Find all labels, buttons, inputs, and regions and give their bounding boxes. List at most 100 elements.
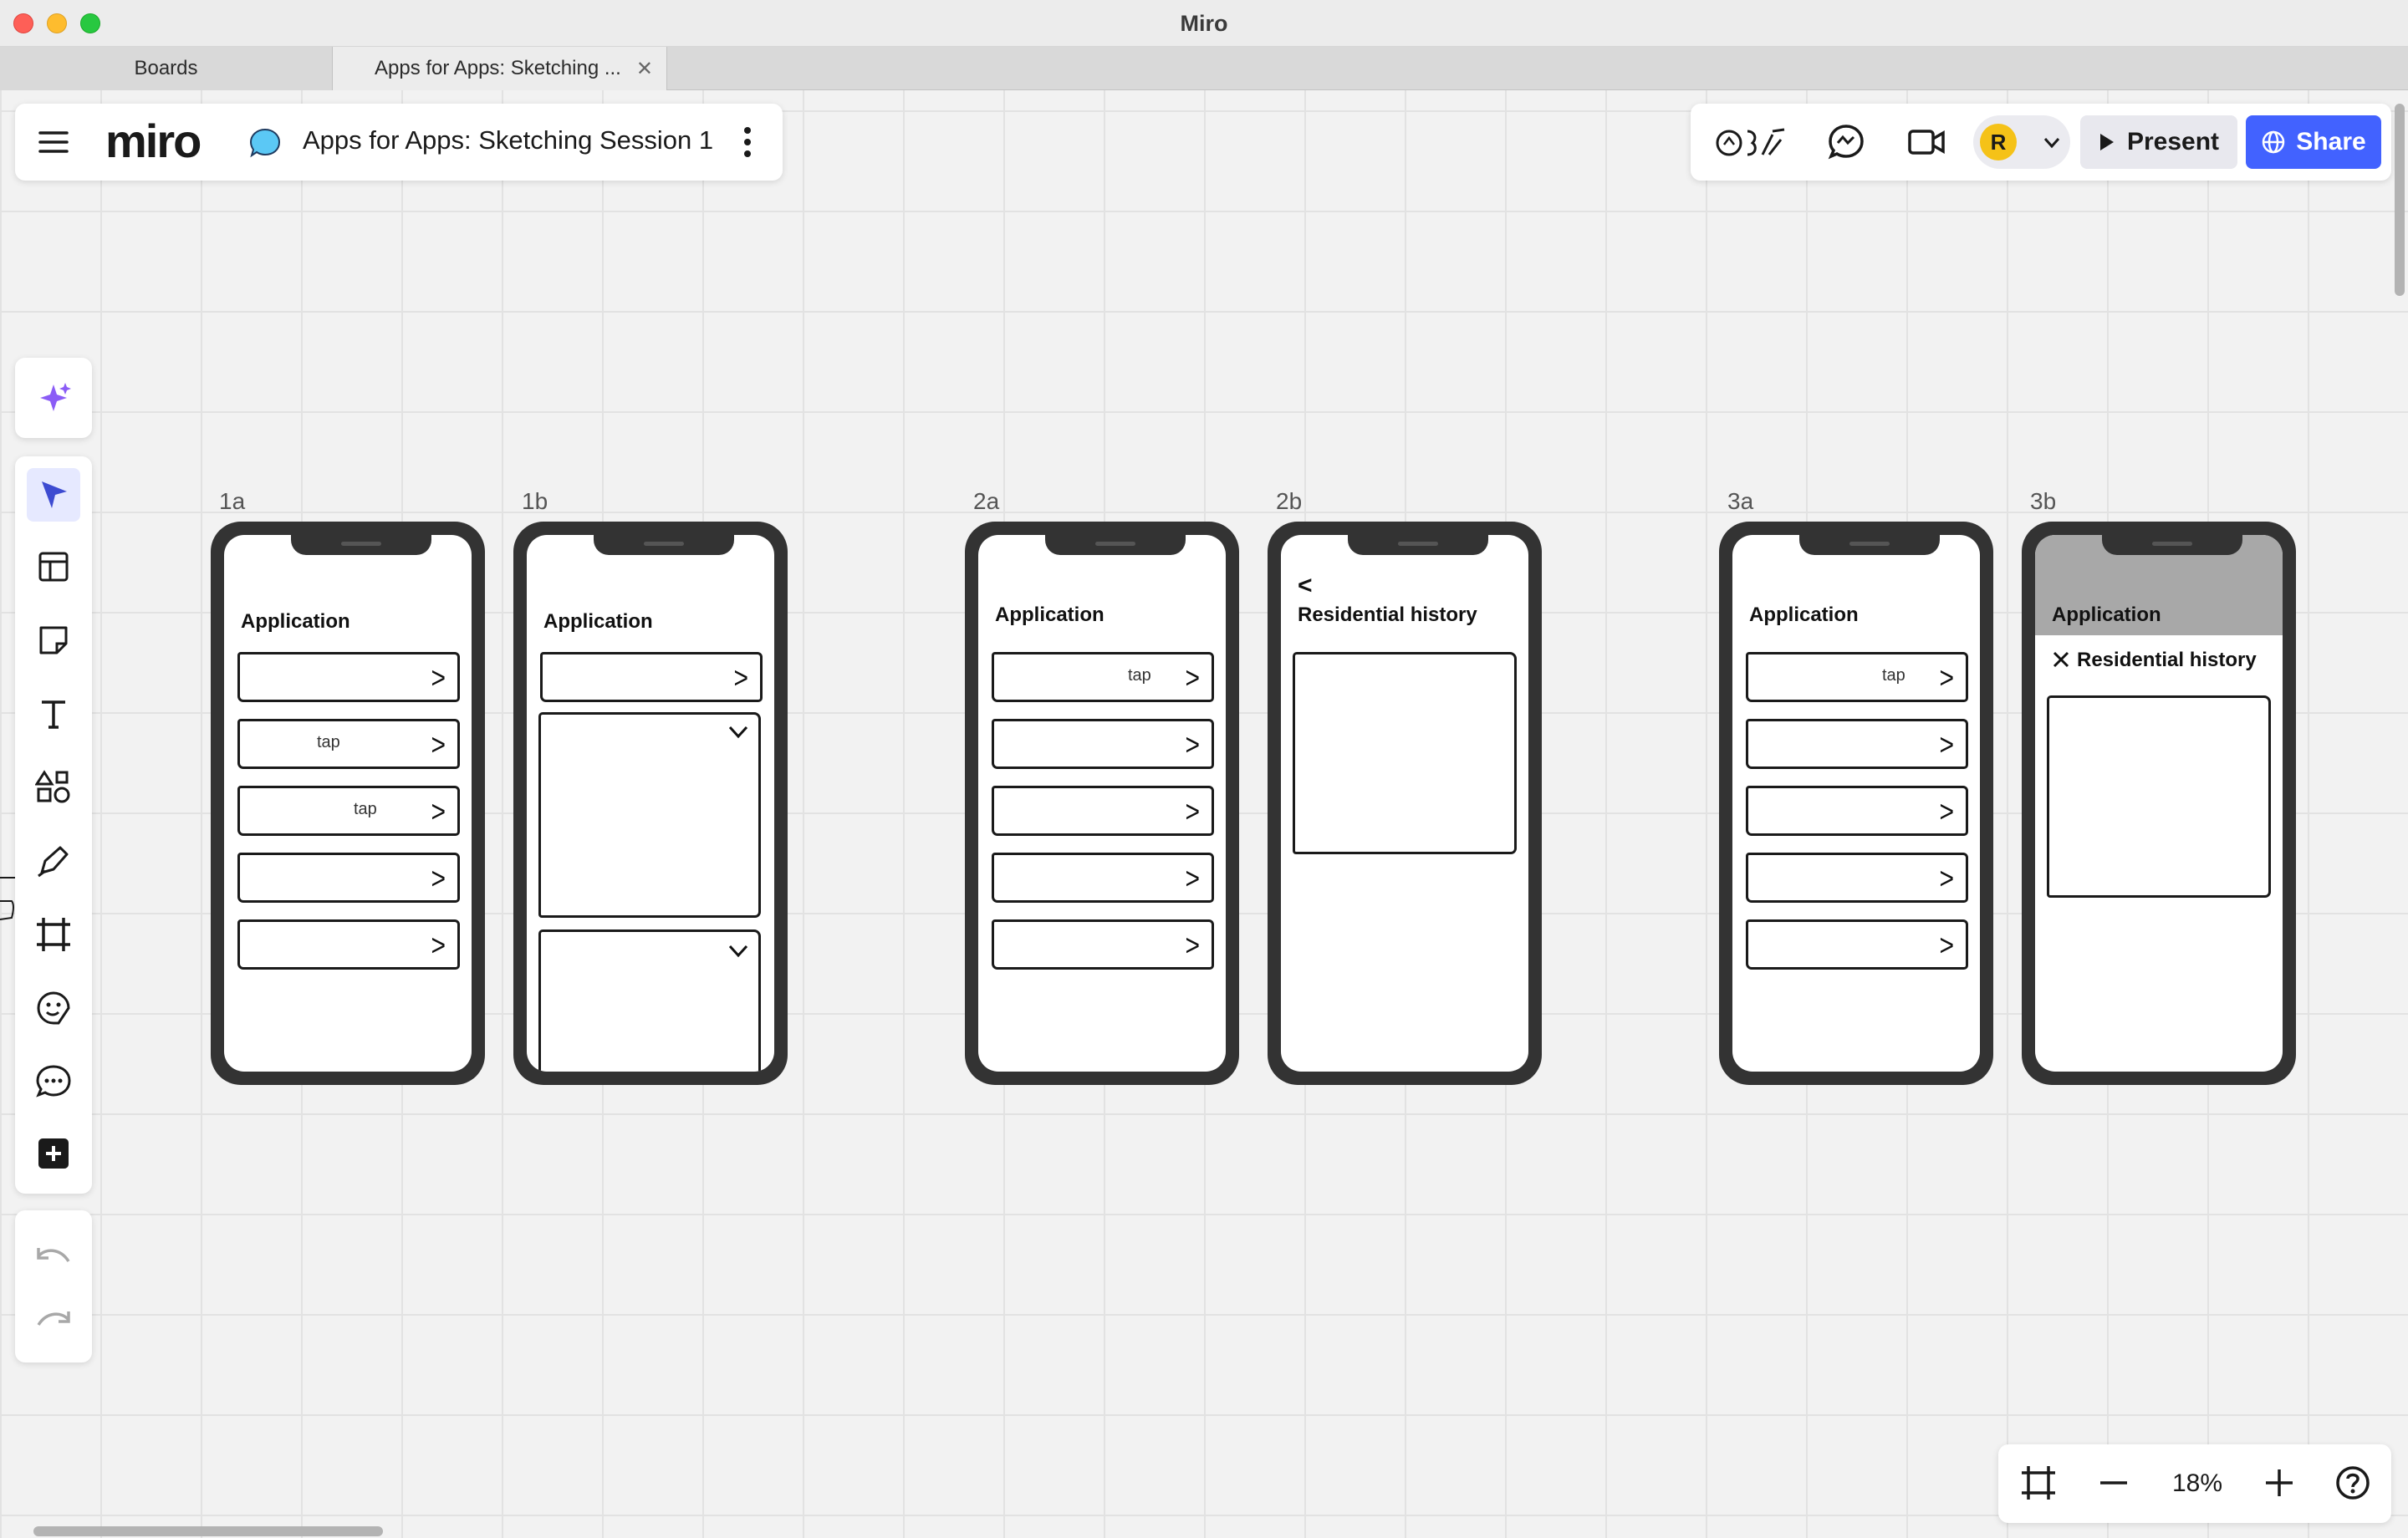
list-item: tap > — [237, 786, 460, 836]
frame-label: 1b — [522, 488, 548, 514]
chevron-right-icon: > — [1185, 862, 1200, 896]
chevron-right-icon: > — [1185, 661, 1200, 695]
list-item: tap > — [237, 719, 460, 769]
chevron-down-icon — [2043, 138, 2060, 149]
shapes-tool[interactable] — [27, 761, 80, 814]
templates-tool[interactable] — [27, 540, 80, 593]
phone-notch — [594, 535, 734, 555]
screen-title: Application — [995, 603, 1105, 626]
chevron-right-icon: > — [1939, 862, 1954, 896]
avatar: R — [1980, 124, 2017, 160]
phone-screen: Application tap > > > > > — [1732, 535, 1980, 1072]
screen-title: Application — [543, 610, 653, 633]
help-icon — [2336, 1466, 2370, 1500]
phone-frame-1a[interactable]: Application > tap > tap > > > — [211, 522, 485, 1085]
pen-tool[interactable] — [27, 834, 80, 888]
vertical-scrollbar[interactable] — [2395, 104, 2405, 296]
frame-tool[interactable] — [27, 908, 80, 961]
screen-title: Application — [1749, 603, 1859, 626]
share-button[interactable]: Share — [2246, 115, 2381, 169]
screen-title: Residential history — [1298, 603, 1477, 626]
list-item: tap > — [992, 652, 1214, 702]
more-tools-button[interactable] — [27, 1127, 80, 1180]
play-icon — [2099, 134, 2114, 150]
stickers-tool[interactable] — [27, 981, 80, 1035]
board-more-button[interactable] — [731, 122, 764, 162]
list-item: > — [237, 652, 460, 702]
phone-frame-2a[interactable]: Application tap > > > > > — [965, 522, 1239, 1085]
sticky-note-tool[interactable] — [27, 614, 80, 667]
tap-annotation: tap — [354, 800, 377, 818]
chevron-right-icon: > — [1185, 728, 1200, 762]
ai-assist-button[interactable] — [27, 371, 80, 425]
collaborators-button[interactable]: R — [1973, 115, 2070, 169]
frame-label: 3b — [2030, 488, 2057, 514]
list-item: > — [1746, 919, 1968, 970]
board-chat-icon[interactable] — [247, 125, 283, 160]
phone-notch — [2102, 535, 2242, 555]
phone-screen: Application Residential history — [2035, 535, 2283, 1072]
shapes-icon — [35, 770, 70, 803]
present-button[interactable]: Present — [2080, 115, 2237, 169]
offscreen-shape — [0, 877, 15, 920]
phone-frame-1b[interactable]: Application > — [513, 522, 788, 1085]
phone-frame-3a[interactable]: Application tap > > > > > — [1719, 522, 1993, 1085]
reactions-button[interactable] — [1714, 120, 1789, 164]
tools-toolbar — [15, 456, 92, 1194]
miro-logo[interactable]: miro — [105, 114, 202, 168]
video-call-button[interactable] — [1905, 120, 1948, 164]
reactions-icon — [1716, 128, 1785, 156]
expanded-section — [538, 712, 761, 918]
tab-boards[interactable]: Boards — [0, 47, 333, 90]
window-titlebar: Miro — [0, 0, 2408, 47]
cursor-arrow-icon — [42, 481, 67, 508]
text-tool[interactable] — [27, 687, 80, 741]
zoom-in-button[interactable] — [2258, 1461, 2301, 1505]
horizontal-scrollbar[interactable] — [33, 1526, 383, 1536]
sheet-title: Residential history — [2077, 649, 2257, 671]
phone-notch — [1799, 535, 1940, 555]
pen-icon — [38, 846, 69, 878]
layout-icon — [38, 552, 69, 582]
frame-label: 2b — [1276, 488, 1303, 514]
board-name[interactable]: Apps for Apps: Sketching Session 1 — [303, 125, 713, 155]
phone-screen: Application > tap > tap > > > — [224, 535, 472, 1072]
globe-icon — [2263, 130, 2285, 154]
comment-icon — [36, 1065, 71, 1097]
tap-annotation: tap — [1128, 666, 1151, 685]
close-icon — [2053, 651, 2069, 668]
phone-frame-3b[interactable]: Application Residential history — [2022, 522, 2296, 1085]
zoom-out-button[interactable] — [2092, 1461, 2135, 1505]
chevron-right-icon: > — [1939, 728, 1954, 762]
comment-tool[interactable] — [27, 1055, 80, 1108]
list-item: > — [1746, 786, 1968, 836]
phone-notch — [1045, 535, 1186, 555]
tab-current-board[interactable]: Apps for Apps: Sketching ... ✕ — [333, 47, 667, 90]
frame-fit-icon — [2022, 1466, 2055, 1500]
chevron-down-icon — [728, 945, 748, 958]
fit-to-screen-button[interactable] — [2017, 1461, 2060, 1505]
redo-button[interactable] — [27, 1294, 80, 1347]
close-tab-icon[interactable]: ✕ — [636, 57, 653, 81]
select-tool[interactable] — [27, 468, 80, 522]
chat-button[interactable] — [1824, 120, 1868, 164]
zoom-level[interactable]: 18% — [2157, 1469, 2237, 1498]
content-box — [1293, 652, 1517, 854]
tab-label: Apps for Apps: Sketching ... — [375, 57, 621, 79]
phone-frame-2b[interactable]: < Residential history — [1268, 522, 1542, 1085]
tap-annotation: tap — [317, 733, 340, 751]
text-icon — [42, 700, 65, 729]
content-box — [2047, 695, 2271, 898]
list-item: > — [237, 919, 460, 970]
tap-annotation: tap — [1882, 666, 1905, 685]
redo-icon — [37, 1311, 70, 1327]
list-item: tap > — [1746, 652, 1968, 702]
undo-button[interactable] — [27, 1230, 80, 1284]
main-menu-button[interactable] — [33, 122, 74, 162]
undo-icon — [37, 1248, 70, 1263]
list-item: > — [992, 853, 1214, 903]
window-title: Miro — [1180, 11, 1228, 36]
help-button[interactable] — [2331, 1461, 2375, 1505]
phone-screen: Application tap > > > > > — [978, 535, 1226, 1072]
list-item: > — [992, 719, 1214, 769]
